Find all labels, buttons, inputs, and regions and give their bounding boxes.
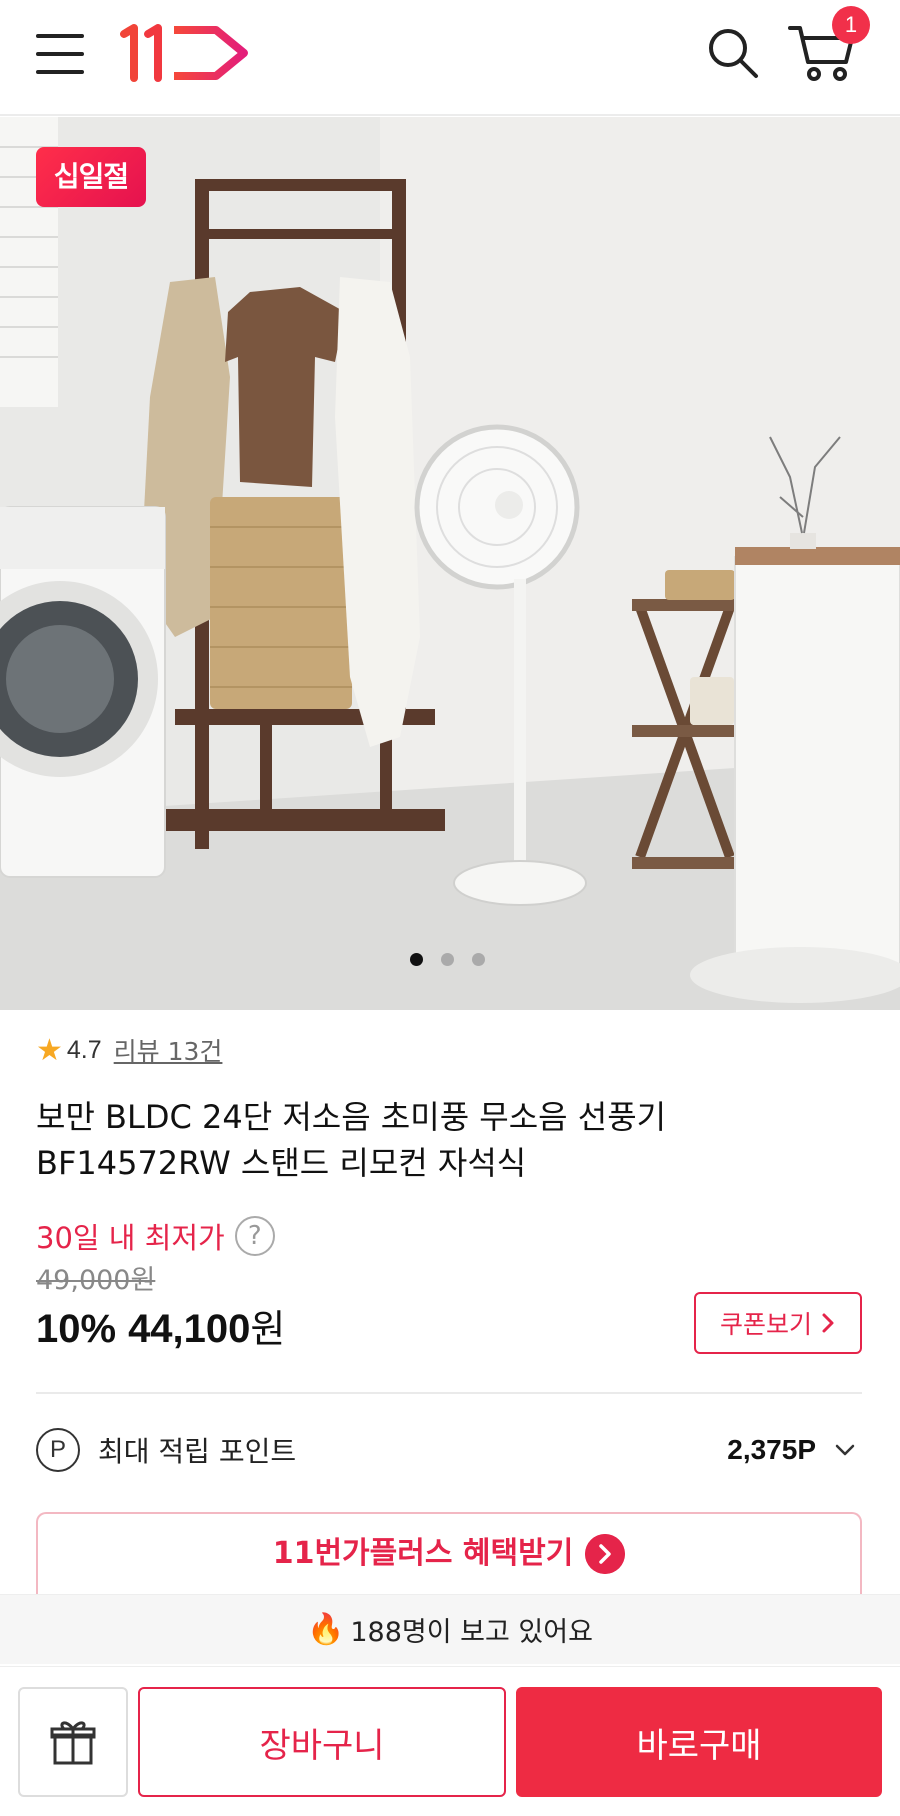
gift-icon: [50, 1721, 96, 1765]
points-label: 최대 적립 포인트: [98, 1435, 297, 1468]
search-icon[interactable]: [704, 24, 762, 82]
product-title: 보만 BLDC 24단 저소음 초미풍 무소음 선풍기 BF14572RW 스탠…: [36, 1098, 667, 1182]
fire-icon: 🔥: [307, 1612, 345, 1647]
brand-logo[interactable]: [120, 22, 252, 82]
live-viewers-bar: 🔥 188명이 보고 있어요: [0, 1594, 900, 1664]
coupon-button[interactable]: 쿠폰보기: [694, 1292, 862, 1354]
carousel-dot[interactable]: [472, 953, 485, 966]
cart-count-badge: 1: [832, 6, 870, 44]
menu-icon[interactable]: [34, 30, 86, 76]
header: 1: [0, 0, 900, 116]
product-image-carousel[interactable]: 십일절: [0, 117, 900, 1010]
star-icon: ★: [36, 1032, 63, 1068]
viewers-text: 188명이 보고 있어요: [350, 1617, 593, 1648]
carousel-dot[interactable]: [410, 953, 423, 966]
lowest-price-text: 30일 내 최저가: [36, 1221, 225, 1255]
divider: [36, 1392, 862, 1394]
points-value: 2,375P: [727, 1434, 816, 1465]
coupon-button-label: 쿠폰보기: [719, 1310, 812, 1339]
add-to-cart-button[interactable]: 장바구니: [138, 1687, 506, 1797]
product-photo: [0, 117, 900, 1010]
review-link[interactable]: 리뷰 13건: [114, 1032, 223, 1068]
rating-row: ★ 4.7 리뷰 13건: [36, 1032, 222, 1068]
chevron-down-icon[interactable]: [834, 1439, 856, 1461]
carousel-dot[interactable]: [441, 953, 454, 966]
points-icon: P: [36, 1428, 80, 1472]
bottom-action-bar: 장바구니 바로구매: [0, 1666, 900, 1816]
promo-badge: 십일절: [36, 147, 146, 207]
points-row[interactable]: P 최대 적립 포인트 2,375P: [36, 1420, 862, 1480]
sale-price-row: 10% 44,100 원: [36, 1298, 285, 1351]
original-price: 49,000원: [36, 1265, 156, 1296]
question-icon[interactable]: ?: [234, 1216, 275, 1256]
discount-rate: 10%: [36, 1307, 117, 1351]
sale-price: 44,100: [128, 1307, 251, 1351]
plus-benefit-banner[interactable]: 11번가플러스 혜택받기: [36, 1512, 862, 1602]
chevron-right-icon: [822, 1313, 834, 1333]
buy-now-button[interactable]: 바로구매: [516, 1687, 882, 1797]
chevron-right-icon: [585, 1534, 626, 1574]
gift-button[interactable]: [18, 1687, 128, 1797]
lowest-price-label: 30일 내 최저가 ?: [36, 1212, 275, 1260]
price-unit: 원: [250, 1307, 286, 1351]
plus-benefit-text: 11번가플러스 혜택받기: [272, 1536, 574, 1571]
carousel-dots: [410, 953, 485, 967]
rating-value: 4.7: [66, 1035, 102, 1064]
